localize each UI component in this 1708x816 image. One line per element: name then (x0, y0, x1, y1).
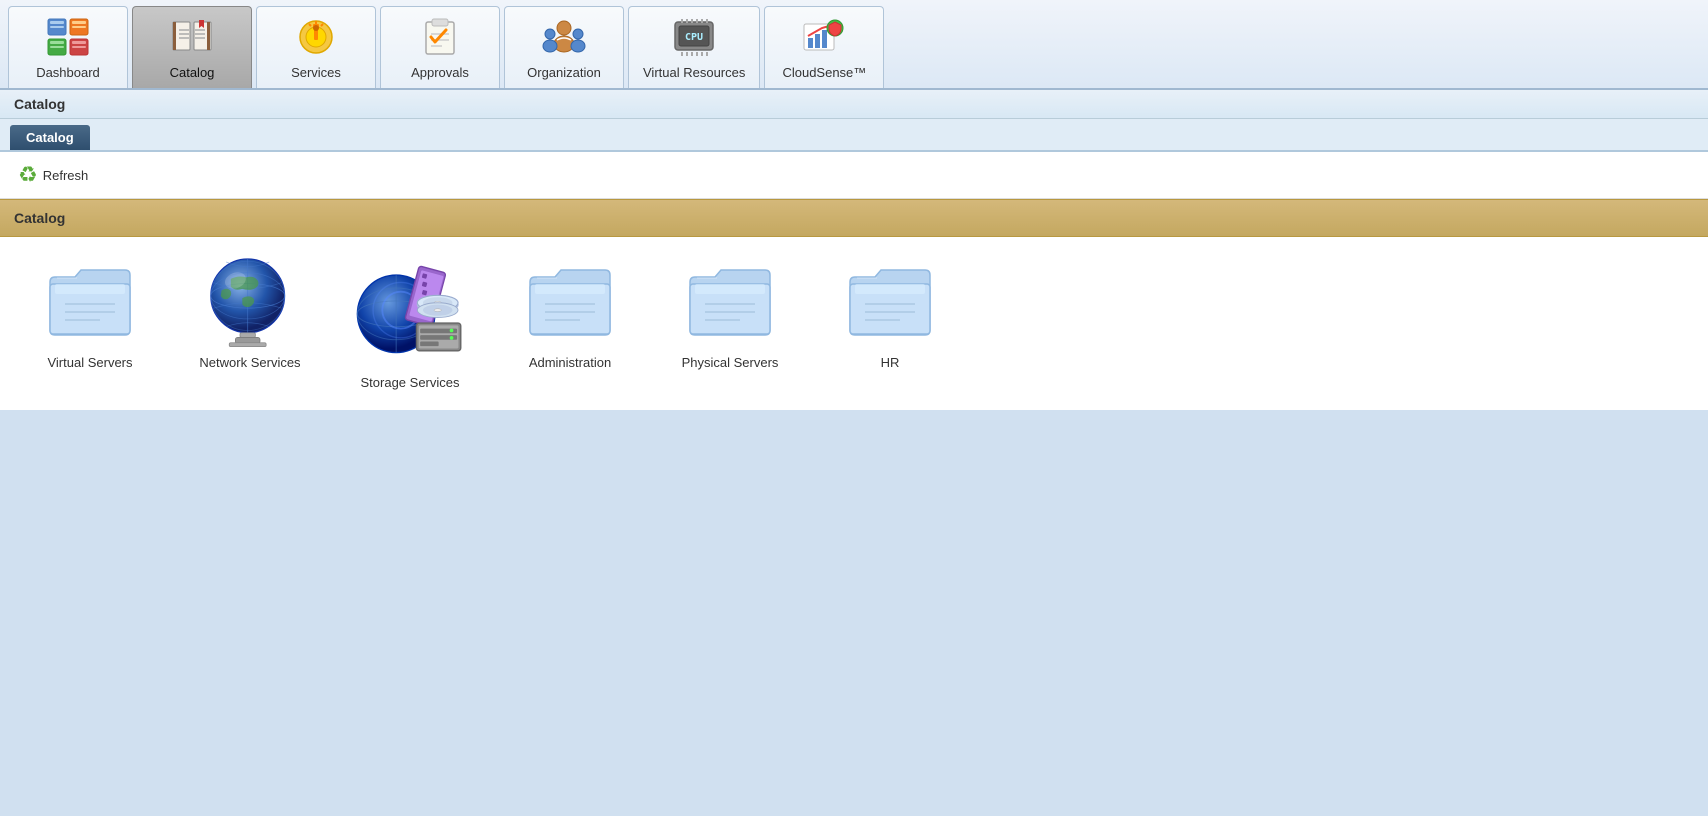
services-icon (292, 13, 340, 61)
nav-label-cloudsense: CloudSense™ (782, 65, 866, 80)
administration-icon (520, 257, 620, 347)
catalog-icon (168, 13, 216, 61)
catalog-item-hr[interactable]: HR (830, 257, 950, 390)
nav-btn-dashboard[interactable]: Dashboard (8, 6, 128, 88)
catalog-item-storage-services[interactable]: Storage Services (350, 257, 470, 390)
refresh-icon: ♻ (18, 162, 38, 188)
approvals-icon (416, 13, 464, 61)
network-services-label: Network Services (199, 355, 300, 370)
administration-label: Administration (529, 355, 611, 370)
nav-label-services: Services (291, 65, 341, 80)
physical-servers-icon (680, 257, 780, 347)
nav-label-catalog: Catalog (170, 65, 215, 80)
catalog-section-header: Catalog (0, 199, 1708, 237)
page-title: Catalog (0, 90, 1708, 119)
top-navigation: Dashboard Catalog (0, 0, 1708, 90)
hr-label: HR (881, 355, 900, 370)
toolbar: ♻ Refresh (0, 152, 1708, 199)
tab-catalog[interactable]: Catalog (10, 125, 90, 150)
svg-text:CPU: CPU (685, 32, 703, 43)
catalog-section: Catalog (0, 199, 1708, 410)
storage-services-icon (350, 257, 470, 367)
nav-btn-cloudsense[interactable]: CloudSense™ (764, 6, 884, 88)
virtual-servers-label: Virtual Servers (47, 355, 132, 370)
refresh-button[interactable]: ♻ Refresh (12, 160, 94, 190)
cloudsense-icon (800, 13, 848, 61)
tab-strip: Catalog (0, 119, 1708, 152)
nav-label-dashboard: Dashboard (36, 65, 100, 80)
nav-label-approvals: Approvals (411, 65, 469, 80)
physical-servers-label: Physical Servers (682, 355, 779, 370)
nav-btn-virtual-resources[interactable]: CPU Virtual Resources (628, 6, 760, 88)
catalog-item-virtual-servers[interactable]: Virtual Servers (30, 257, 150, 390)
nav-label-organization: Organization (527, 65, 601, 80)
virtual-servers-icon (40, 257, 140, 347)
dashboard-icon (44, 13, 92, 61)
nav-btn-organization[interactable]: Organization (504, 6, 624, 88)
network-services-icon (200, 257, 300, 347)
nav-btn-services[interactable]: Services (256, 6, 376, 88)
hr-icon (840, 257, 940, 347)
organization-icon (540, 13, 588, 61)
catalog-items-grid: Virtual Servers (0, 237, 1708, 410)
nav-btn-approvals[interactable]: Approvals (380, 6, 500, 88)
nav-label-virtual-resources: Virtual Resources (643, 65, 745, 80)
catalog-item-administration[interactable]: Administration (510, 257, 630, 390)
nav-btn-catalog[interactable]: Catalog (132, 6, 252, 88)
catalog-item-network-services[interactable]: Network Services (190, 257, 310, 390)
catalog-item-physical-servers[interactable]: Physical Servers (670, 257, 790, 390)
storage-services-label: Storage Services (361, 375, 460, 390)
virtual-resources-icon: CPU (670, 13, 718, 61)
